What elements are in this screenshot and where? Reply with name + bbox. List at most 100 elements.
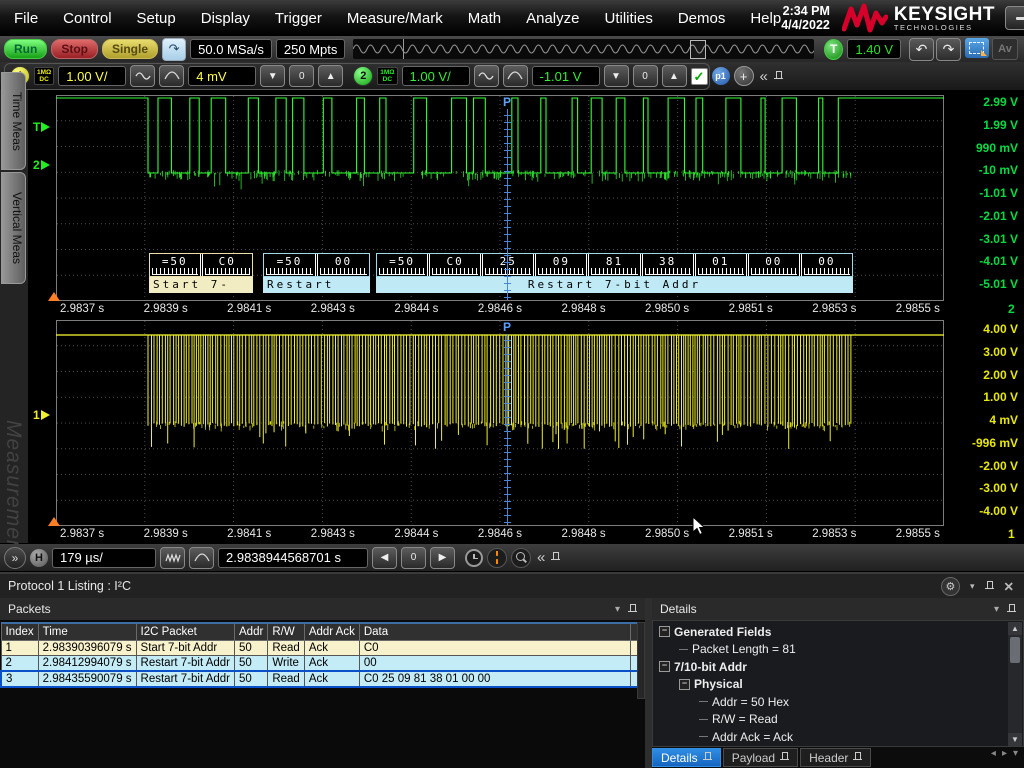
tree-item[interactable]: Physical	[653, 676, 1005, 694]
sample-rate-box[interactable]: 50.0 MSa/s	[190, 39, 272, 59]
collapse-chevrons-icon[interactable]: «	[758, 68, 770, 85]
scroll-down-icon[interactable]: ▼	[1008, 733, 1022, 746]
channel2-button[interactable]: 2	[353, 66, 373, 86]
menu-item-demos[interactable]: Demos	[678, 10, 726, 27]
p1-marker-badge[interactable]: p1	[712, 67, 730, 85]
horizontal-position-box[interactable]: 2.9838944568701 s	[218, 548, 368, 568]
tab-header[interactable]: Header	[800, 748, 871, 767]
graticule-channel1[interactable]	[56, 320, 944, 526]
trigger-indicator[interactable]: T	[824, 39, 844, 60]
column-header[interactable]: R/W	[268, 623, 305, 641]
channel2-wave-small-icon[interactable]	[474, 65, 499, 87]
pin-icon[interactable]	[703, 752, 712, 763]
timebase-expand-icon[interactable]	[189, 547, 214, 569]
single-button[interactable]: Single	[102, 39, 158, 59]
pin-icon[interactable]	[853, 752, 862, 763]
minimize-button[interactable]	[1005, 6, 1024, 30]
menu-item-measure-mark[interactable]: Measure/Mark	[347, 10, 443, 27]
tab-scroll-arrows[interactable]: ◂ ▸ ▾	[991, 748, 1024, 759]
table-row[interactable]: 22.98412994079 sRestart 7-bit Addr50Writ…	[1, 656, 644, 672]
tree-item[interactable]: Addr Ack = Ack	[653, 728, 1005, 746]
column-header[interactable]: Addr	[235, 623, 268, 641]
pin-icon[interactable]	[628, 604, 637, 615]
channel2-scale-box[interactable]: 1.00 V/	[402, 66, 470, 86]
channel1-ground-marker[interactable]: 1	[33, 408, 50, 422]
column-header[interactable]: Time	[38, 623, 136, 641]
touch-button[interactable]: ↷	[162, 38, 186, 61]
tree-item[interactable]: Generated Fields	[653, 623, 1005, 641]
channel1-offset-box[interactable]: 4 mV	[188, 66, 256, 86]
channel1-wave-small-icon[interactable]	[130, 65, 155, 87]
trigger-level-box[interactable]: 1.40 V	[847, 39, 901, 59]
position-left-button[interactable]: ◀	[372, 547, 397, 569]
undo-button[interactable]: ↶	[909, 38, 934, 61]
tab-payload[interactable]: Payload	[723, 748, 798, 767]
tab-details[interactable]: Details	[652, 748, 721, 767]
channel2-ground-marker[interactable]: 2	[33, 158, 50, 172]
menu-item-analyze[interactable]: Analyze	[526, 10, 579, 27]
pin-icon[interactable]	[1007, 604, 1016, 615]
pin-icon[interactable]	[551, 552, 560, 563]
zoom-select-icon[interactable]	[965, 38, 989, 58]
menu-item-file[interactable]: File	[14, 10, 38, 27]
pin-icon[interactable]	[780, 752, 789, 763]
packets-scrollbar[interactable]	[637, 622, 645, 699]
dropdown-arrow-icon[interactable]: ▾	[970, 581, 975, 592]
channel2-coupling-badge[interactable]: 1MΩ DC	[377, 67, 397, 85]
memory-depth-box[interactable]: 250 Mpts	[276, 39, 345, 59]
add-button[interactable]: +	[734, 66, 754, 86]
menu-item-help[interactable]: Help	[750, 10, 781, 27]
scroll-thumb[interactable]	[1010, 637, 1020, 663]
channel2-offset-down-button[interactable]: ▼	[604, 65, 629, 87]
timebase-scale-box[interactable]: 179 µs/	[52, 548, 156, 568]
dropdown-arrow-icon[interactable]: ▾	[615, 604, 620, 615]
graticule-channel2[interactable]: =50C0Start 7-=5000Restart=50C02509813801…	[56, 95, 944, 301]
channel2-offset-box[interactable]: -1.01 V	[532, 66, 600, 86]
scroll-up-icon[interactable]: ▲	[1008, 622, 1022, 635]
tab-arrow-icon[interactable]: ▾	[1013, 748, 1018, 759]
column-header[interactable]: Addr Ack	[304, 623, 359, 641]
timebase-compress-icon[interactable]	[160, 547, 185, 569]
tree-expander-icon[interactable]	[659, 626, 670, 637]
channel1-offset-up-button[interactable]: ▲	[318, 65, 343, 87]
menu-item-setup[interactable]: Setup	[137, 10, 176, 27]
channel1-offset-zero-button[interactable]: 0	[289, 65, 314, 87]
menu-item-math[interactable]: Math	[468, 10, 501, 27]
clock-icon[interactable]	[465, 549, 483, 567]
tree-expander-icon[interactable]	[679, 679, 690, 690]
p1-time-marker-top[interactable]: P	[503, 96, 512, 300]
position-right-button[interactable]: ▶	[430, 547, 455, 569]
stop-button[interactable]: Stop	[51, 39, 98, 59]
expand-chevrons-button[interactable]: »	[4, 547, 26, 569]
panel-close-icon[interactable]: ✕	[1004, 579, 1014, 594]
column-header[interactable]: I2C Packet	[136, 623, 234, 641]
dropdown-arrow-icon[interactable]: ▾	[994, 604, 999, 615]
channel2-offset-zero-button[interactable]: 0	[633, 65, 658, 87]
search-zoom-icon[interactable]	[511, 548, 531, 568]
p1-time-marker-bottom[interactable]: P	[503, 321, 512, 525]
marker-line-icon[interactable]	[487, 548, 507, 568]
tree-item[interactable]: Packet Length = 81	[653, 641, 1005, 659]
tree-expander-icon[interactable]	[659, 661, 670, 672]
channel1-offset-down-button[interactable]: ▼	[260, 65, 285, 87]
collapse-chevrons-icon[interactable]: «	[535, 549, 547, 566]
redo-button[interactable]: ↷	[936, 38, 961, 61]
position-zero-button[interactable]: 0	[401, 547, 426, 569]
details-scrollbar[interactable]: ▲ ▼	[1008, 622, 1022, 746]
panel-divider[interactable]	[645, 598, 652, 768]
tab-arrow-icon[interactable]: ◂	[991, 748, 996, 759]
marker-checkbox[interactable]: ✓	[691, 68, 708, 85]
acquisition-preview-strip[interactable]	[353, 39, 814, 59]
channel1-coupling-badge[interactable]: 1MΩ DC	[34, 67, 54, 85]
tab-time-meas[interactable]: Time Meas	[1, 72, 26, 170]
column-header[interactable]: Data	[359, 623, 630, 641]
menu-item-utilities[interactable]: Utilities	[604, 10, 652, 27]
table-row[interactable]: 12.98390396079 sStart 7-bit Addr50ReadAc…	[1, 641, 644, 656]
tab-arrow-icon[interactable]: ▸	[1002, 748, 1007, 759]
tree-item[interactable]: R/W = Read	[653, 711, 1005, 729]
run-button[interactable]: Run	[4, 39, 47, 59]
protocol-title-bar[interactable]: Protocol 1 Listing : I²C ⚙ ▾ ✕	[0, 574, 1024, 598]
menu-item-trigger[interactable]: Trigger	[275, 10, 322, 27]
pin-icon[interactable]	[985, 581, 994, 592]
channel1-wave-large-icon[interactable]	[159, 65, 184, 87]
